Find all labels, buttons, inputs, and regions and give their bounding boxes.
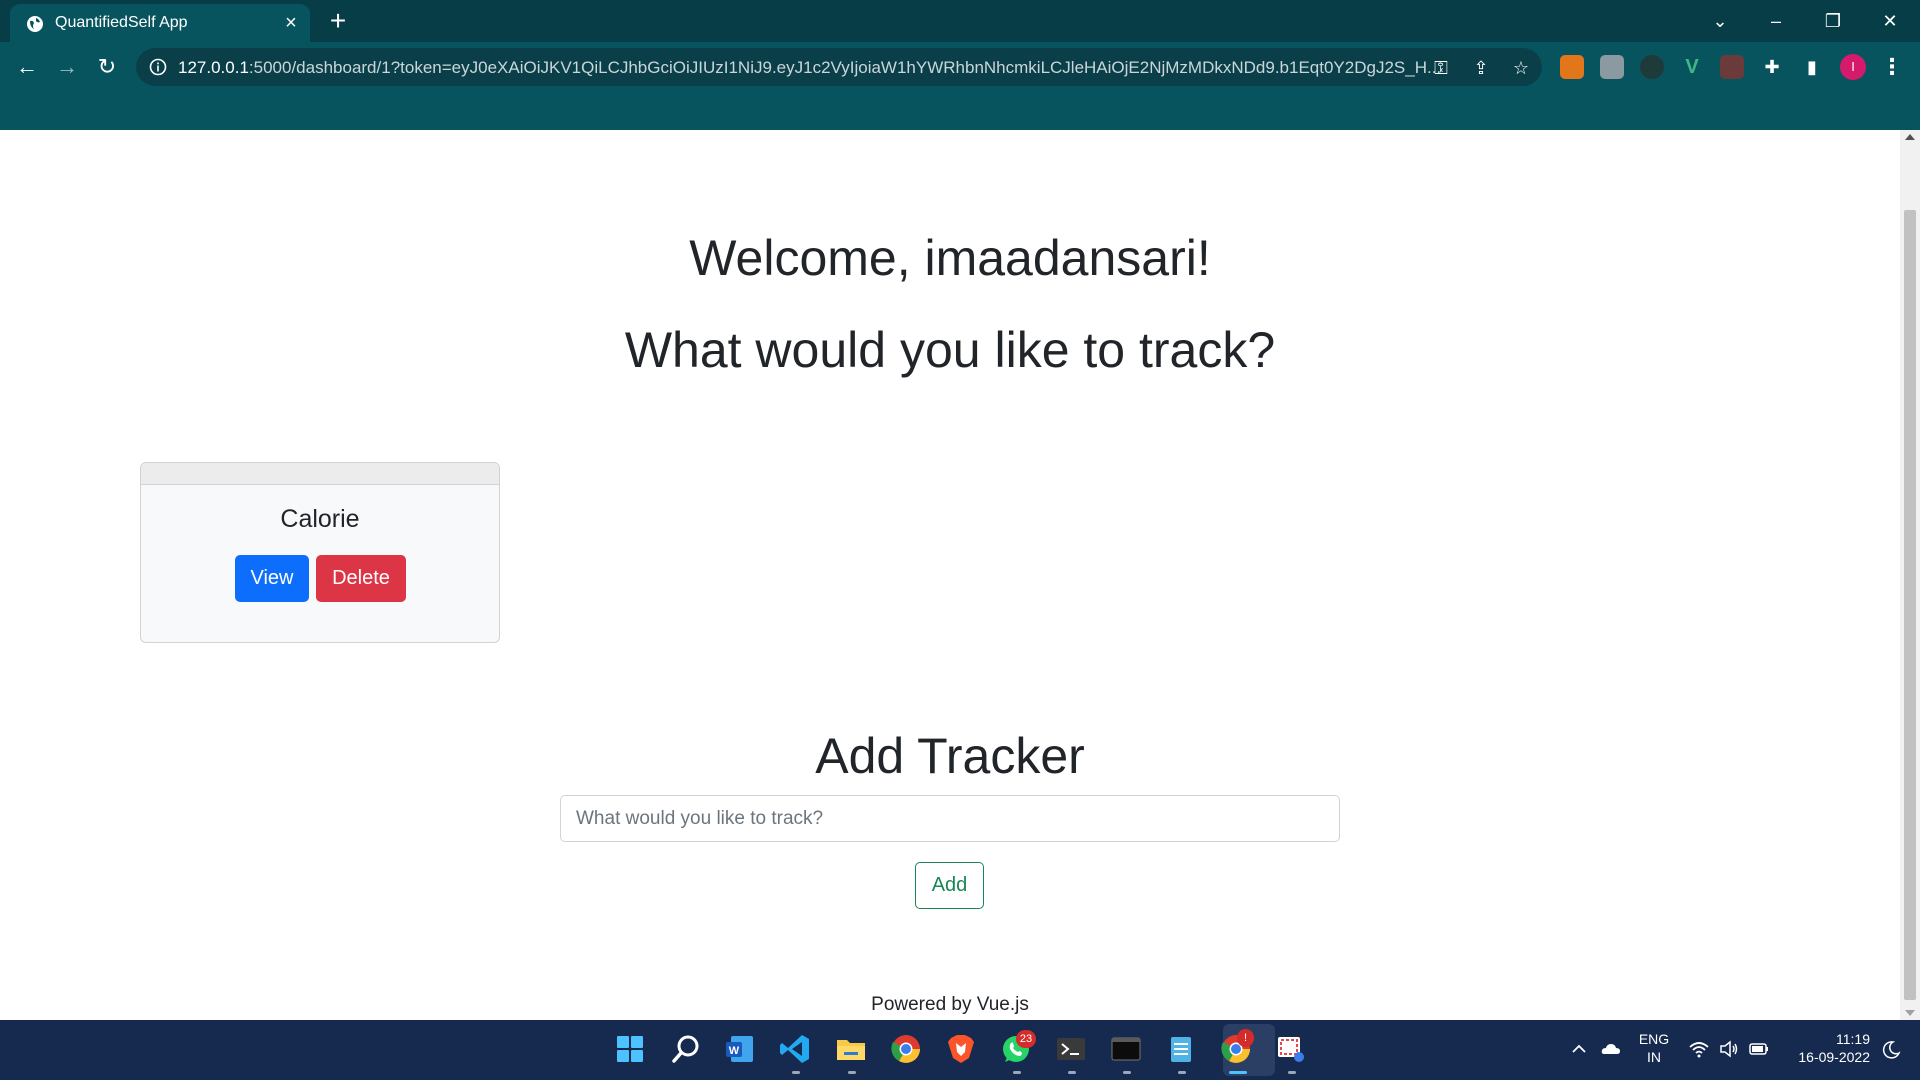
reload-icon[interactable]: ↻ <box>90 50 124 84</box>
metamask-extension-icon[interactable] <box>1560 55 1584 79</box>
language-indicator[interactable]: ENG <box>1634 1031 1674 1047</box>
clock-date[interactable]: 16-09-2022 <box>1780 1049 1870 1065</box>
running-indicator <box>1068 1071 1076 1074</box>
running-indicator <box>1288 1071 1296 1074</box>
running-indicator <box>1178 1071 1186 1074</box>
close-tab-icon[interactable]: × <box>280 12 302 34</box>
track-question-heading: What would you like to track? <box>624 322 1276 378</box>
windows-start-icon[interactable] <box>613 1032 647 1066</box>
extensions-puzzle-icon[interactable]: ✚ <box>1760 55 1784 79</box>
add-tracker-button[interactable]: Add <box>915 862 984 909</box>
minimize-icon[interactable]: – <box>1756 6 1796 36</box>
brave-icon[interactable] <box>944 1032 978 1066</box>
scroll-thumb[interactable] <box>1904 210 1916 1000</box>
info-icon[interactable] <box>148 57 168 77</box>
active-indicator <box>1229 1071 1247 1074</box>
url-path: :5000/dashboard/1?token=eyJ0eXAiOiJKV1Qi… <box>248 58 1442 77</box>
window-close-icon[interactable]: ✕ <box>1870 6 1910 36</box>
notification-badge: 23 <box>1016 1030 1036 1048</box>
menu-icon[interactable]: ⋮ <box>1880 52 1904 82</box>
new-tab-icon[interactable]: + <box>324 7 352 35</box>
key-icon[interactable]: ⚿ <box>1428 55 1454 81</box>
battery-icon[interactable] <box>1748 1038 1770 1060</box>
tracker-card: Calorie View Delete <box>140 462 500 643</box>
share-icon[interactable]: ⇪ <box>1468 55 1494 81</box>
file-explorer-icon[interactable] <box>834 1032 868 1066</box>
scroll-up-arrow-icon[interactable] <box>1905 134 1915 140</box>
volume-icon[interactable] <box>1718 1038 1740 1060</box>
extension-icon[interactable] <box>1640 55 1664 79</box>
vscode-icon[interactable] <box>778 1032 812 1066</box>
browser-tab-bar: QuantifiedSelf App × + ⌄ – ❐ ✕ <box>0 0 1920 42</box>
browser-toolbar: ← → ↻ 127.0.0.1:5000/dashboard/1?token=e… <box>0 42 1920 130</box>
clock-time[interactable]: 11:19 <box>1780 1031 1870 1047</box>
side-panel-icon[interactable]: ▮ <box>1800 55 1824 79</box>
tracker-name: Calorie <box>280 505 360 533</box>
region-indicator[interactable]: IN <box>1634 1049 1674 1065</box>
running-indicator <box>848 1071 856 1074</box>
onedrive-icon[interactable] <box>1600 1038 1622 1060</box>
footer-text: Powered by Vue.js <box>871 994 1029 1015</box>
browser-tab[interactable]: QuantifiedSelf App × <box>10 4 310 42</box>
notepad-icon[interactable] <box>1164 1032 1198 1066</box>
windows-taskbar: W 23 ! ENG IN 11:19 16-09-2022 <box>0 1020 1920 1080</box>
add-tracker-heading: Add Tracker <box>815 728 1085 784</box>
chrome-icon[interactable] <box>889 1032 923 1066</box>
bookmark-star-icon[interactable]: ☆ <box>1508 55 1534 81</box>
extension-icon[interactable] <box>1720 55 1744 79</box>
scroll-down-arrow-icon[interactable] <box>1905 1010 1915 1016</box>
wifi-icon[interactable] <box>1688 1038 1710 1060</box>
vue-devtools-icon[interactable]: V <box>1680 55 1704 79</box>
restore-icon[interactable]: ❐ <box>1813 6 1853 36</box>
running-indicator <box>1123 1071 1131 1074</box>
url-text[interactable]: 127.0.0.1:5000/dashboard/1?token=eyJ0eXA… <box>178 58 1442 78</box>
svg-text:W: W <box>729 1045 740 1057</box>
page-content: Welcome, imaadansari! What would you lik… <box>0 130 1900 1020</box>
command-prompt-icon[interactable] <box>1109 1032 1143 1066</box>
terminal-icon[interactable] <box>1054 1032 1088 1066</box>
welcome-heading: Welcome, imaadansari! <box>689 230 1211 286</box>
chevron-up-icon[interactable] <box>1568 1038 1590 1060</box>
running-indicator <box>792 1071 800 1074</box>
view-tracker-button[interactable]: View <box>235 555 309 602</box>
profile-avatar[interactable]: I <box>1840 54 1866 80</box>
delete-tracker-button[interactable]: Delete <box>316 555 406 602</box>
url-host: 127.0.0.1 <box>178 58 249 77</box>
search-icon[interactable] <box>669 1032 703 1066</box>
notification-moon-icon[interactable] <box>1880 1039 1902 1061</box>
extension-icon[interactable] <box>1600 55 1624 79</box>
snipping-tool-icon[interactable] <box>1274 1032 1308 1066</box>
tracker-name-input[interactable] <box>560 795 1340 842</box>
tab-title: QuantifiedSelf App <box>55 14 188 31</box>
globe-icon <box>27 16 43 32</box>
notification-badge: ! <box>1237 1029 1254 1047</box>
back-icon[interactable]: ← <box>10 50 44 84</box>
page-scrollbar[interactable] <box>1900 130 1920 1020</box>
chevron-down-icon[interactable]: ⌄ <box>1700 6 1740 36</box>
forward-icon[interactable]: → <box>50 50 84 84</box>
card-header <box>141 463 499 485</box>
address-bar[interactable]: 127.0.0.1:5000/dashboard/1?token=eyJ0eXA… <box>136 48 1542 86</box>
running-indicator <box>1013 1071 1021 1074</box>
word-icon[interactable]: W <box>723 1032 757 1066</box>
